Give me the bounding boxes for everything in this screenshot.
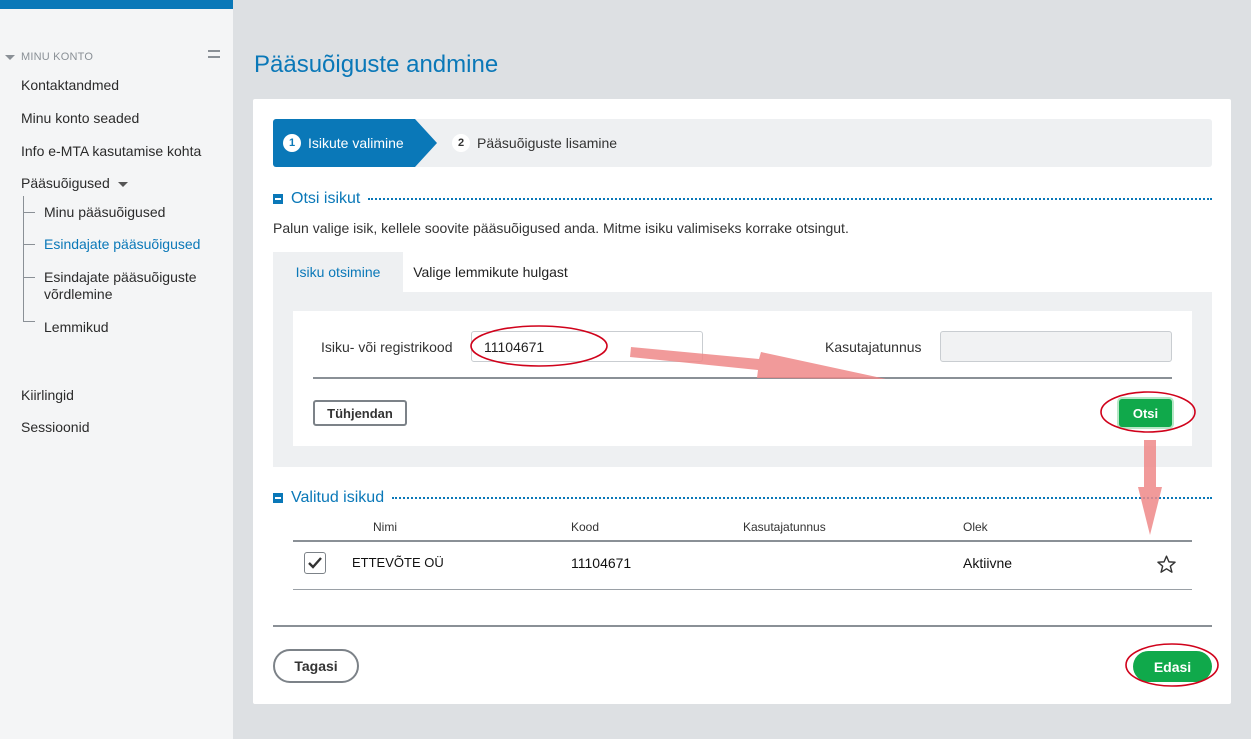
row-status: Aktiivne (963, 555, 1013, 571)
favourite-star-icon[interactable] (1156, 554, 1177, 575)
checkmark-icon (308, 557, 322, 569)
search-form: Isiku- või registrikood Kasutajatunnus T… (293, 311, 1192, 446)
stepper: 1 Isikute valimine 2 Pääsuõiguste lisami… (273, 119, 1212, 167)
row-name: ETTEVÕTE OÜ (352, 555, 444, 570)
selected-section-title: Valitud isikud (291, 489, 385, 506)
caret-down-icon (117, 181, 128, 187)
tree-branch (23, 244, 35, 245)
footer-divider (273, 625, 1212, 627)
sidebar-item-access-rights-label: Pääsuõigused (21, 175, 110, 191)
dotted-divider (368, 198, 1212, 200)
sidebar-item-favourites[interactable]: Lemmikud (44, 319, 109, 336)
row-checkbox[interactable] (304, 552, 326, 574)
page-title: Pääsuõiguste andmine (254, 51, 499, 78)
collapse-icon[interactable] (273, 493, 283, 503)
row-code: 11104671 (571, 555, 632, 571)
step-2-label: Pääsuõiguste lisamine (477, 135, 618, 151)
sidebar-item-quick-links[interactable]: Kiirlingid (21, 387, 74, 404)
caret-down-icon (5, 54, 15, 60)
step-2-number: 2 (452, 134, 470, 152)
tree-line (23, 196, 24, 322)
sidebar-item-representative-access-rights[interactable]: Esindajate pääsuõigused (44, 236, 200, 253)
username-input[interactable] (940, 331, 1172, 362)
sidebar-item-account-settings[interactable]: Minu konto seaded (21, 110, 139, 127)
search-button[interactable]: Otsi (1119, 399, 1172, 427)
tab-person-search[interactable]: Isiku otsimine (273, 252, 403, 292)
back-button[interactable]: Tagasi (273, 649, 359, 683)
collapse-icon[interactable] (273, 194, 283, 204)
sidebar-top-bar (0, 0, 233, 9)
table-header-divider (293, 540, 1192, 542)
tree-branch (23, 277, 35, 278)
main-card: 1 Isikute valimine 2 Pääsuõiguste lisami… (253, 99, 1231, 704)
menu-icon[interactable] (208, 50, 220, 58)
search-info-text: Palun valige isik, kellele soovite pääsu… (273, 220, 849, 236)
sidebar-item-contacts[interactable]: Kontaktandmed (21, 77, 119, 94)
form-divider (313, 377, 1172, 379)
step-2: 2 Pääsuõiguste lisamine (452, 119, 617, 167)
dotted-divider (392, 497, 1212, 499)
tree-branch (23, 212, 35, 213)
column-header-status: Olek (963, 520, 988, 534)
code-label: Isiku- või registrikood (321, 339, 453, 355)
step-1-label: Isikute valimine (308, 135, 404, 151)
username-label: Kasutajatunnus (825, 339, 922, 355)
column-header-username: Kasutajatunnus (743, 520, 826, 534)
sidebar-item-access-rights[interactable]: Pääsuõigused (21, 175, 128, 192)
step-1: 1 Isikute valimine (273, 119, 437, 167)
selected-section-header[interactable]: Valitud isikud (273, 489, 1212, 507)
tab-favourites[interactable]: Valige lemmikute hulgast (403, 252, 578, 292)
sidebar-section-header[interactable]: MINU KONTO (5, 50, 220, 64)
search-section-header[interactable]: Otsi isikut (273, 190, 1212, 208)
sidebar-item-my-access-rights[interactable]: Minu pääsuõigused (44, 204, 165, 221)
tab-panel: Isiku- või registrikood Kasutajatunnus T… (273, 292, 1212, 467)
column-header-code: Kood (571, 520, 600, 534)
tree-branch (23, 321, 35, 322)
sidebar-header-label: MINU KONTO (21, 51, 94, 63)
next-button[interactable]: Edasi (1133, 651, 1212, 682)
sidebar-item-sessions[interactable]: Sessioonid (21, 419, 90, 436)
search-section-title: Otsi isikut (291, 190, 361, 207)
code-input[interactable] (471, 331, 703, 362)
sidebar-item-access-rights-comparison[interactable]: Esindajate pääsuõiguste võrdlemine (44, 269, 219, 303)
clear-button[interactable]: Tühjendan (313, 400, 407, 426)
step-1-number: 1 (283, 134, 301, 152)
table-row-divider (293, 589, 1192, 590)
column-header-name: Nimi (373, 520, 397, 534)
sidebar-item-info[interactable]: Info e-MTA kasutamise kohta (21, 143, 201, 160)
sidebar: MINU KONTO Kontaktandmed Minu konto sead… (0, 0, 233, 739)
